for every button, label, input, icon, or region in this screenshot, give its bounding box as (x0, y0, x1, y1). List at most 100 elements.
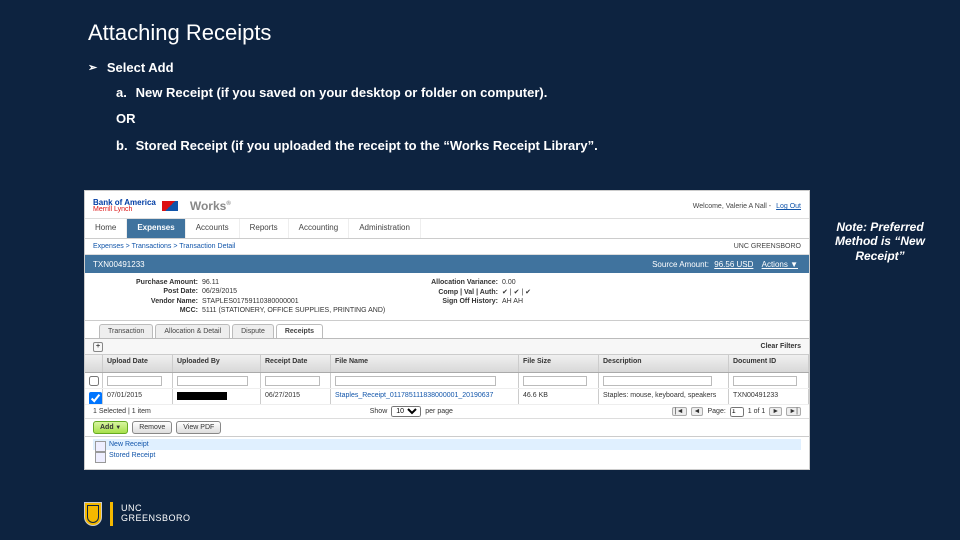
column-file-name[interactable]: File Name (331, 355, 519, 372)
nav-administration[interactable]: Administration (349, 219, 421, 238)
filter-upload-date[interactable] (107, 376, 162, 386)
column-document-id[interactable]: Document ID (729, 355, 809, 372)
column-uploaded-by[interactable]: Uploaded By (173, 355, 261, 372)
column-checkbox (85, 355, 103, 372)
nav-expenses[interactable]: Expenses (127, 219, 185, 238)
transaction-details: Purchase Amount: 96.11 Allocation Varianc… (85, 273, 809, 321)
menu-item-stored-receipt[interactable]: Stored Receipt (93, 450, 801, 461)
signoff-value: AH AH (502, 298, 523, 305)
vendor-name-value: STAPLES01759110380000001 (202, 298, 299, 305)
post-date-value: 06/29/2015 (202, 288, 237, 295)
pager-prev[interactable]: ◄ (691, 407, 704, 416)
column-receipt-date[interactable]: Receipt Date (261, 355, 331, 372)
slide-title: Attaching Receipts (88, 20, 880, 46)
comp-val-auth-label: Comp | Val | Auth: (413, 289, 498, 296)
page-input[interactable] (730, 407, 744, 417)
nav-accounts[interactable]: Accounts (186, 219, 240, 238)
source-amount-area: Source Amount: 96.56 USD Actions ▼ (652, 260, 801, 269)
row-checkbox[interactable] (89, 392, 102, 404)
add-button[interactable]: Add (93, 421, 128, 434)
flag-icon (162, 201, 178, 211)
alloc-variance-label: Allocation Variance: (413, 279, 498, 286)
item-b-label: b. (116, 138, 132, 154)
brand-area: Bank of America Merrill Lynch Works® (93, 199, 231, 213)
product-name: Works (190, 199, 226, 213)
works-app-screenshot: Bank of America Merrill Lynch Works® Wel… (84, 190, 810, 470)
row-uploaded-by (173, 389, 261, 404)
nav-home[interactable]: Home (85, 219, 127, 238)
add-dropdown-menu: New Receipt Stored Receipt (85, 437, 809, 463)
welcome-username: Valerie A Nall (726, 203, 767, 210)
filter-document-id[interactable] (733, 376, 797, 386)
source-amount-link[interactable]: 96.56 USD (714, 260, 753, 269)
filter-file-name[interactable] (335, 376, 496, 386)
pager-last[interactable]: ►| (786, 407, 801, 416)
actions-menu[interactable]: Actions ▼ (762, 260, 798, 269)
triangle-bullet-icon: ➢ (88, 61, 97, 74)
row-document-id: TXN00491233 (729, 389, 809, 404)
column-description[interactable]: Description (599, 355, 729, 372)
trademark-icon: ® (226, 201, 230, 207)
sub-item-a: a. New Receipt (if you saved on your des… (116, 85, 880, 101)
purchase-amount-value: 96.11 (202, 279, 219, 286)
logo-text-greensboro: GREENSBORO (121, 513, 191, 523)
subtab-allocation[interactable]: Allocation & Detail (155, 324, 230, 338)
mcc-label: MCC: (113, 307, 198, 314)
selected-count: 1 Selected | 1 item (93, 408, 151, 415)
vendor-name-label: Vendor Name: (113, 298, 198, 305)
subtab-bar: Transaction Allocation & Detail Dispute … (85, 321, 809, 339)
comp-val-auth-value: ✔ | ✔ | ✔ (502, 289, 531, 296)
table-filter-row (85, 373, 809, 389)
remove-button[interactable]: Remove (132, 421, 172, 434)
logo-divider (110, 502, 113, 526)
nav-reports[interactable]: Reports (240, 219, 289, 238)
logo-text-unc: UNC (121, 503, 142, 513)
transaction-id: TXN00491233 (93, 260, 145, 269)
item-a-label: a. (116, 85, 132, 101)
breadcrumb[interactable]: Expenses > Transactions > Transaction De… (93, 243, 235, 250)
filter-receipt-date[interactable] (265, 376, 320, 386)
menu-item-new-receipt[interactable]: New Receipt (93, 439, 801, 450)
column-file-size[interactable]: File Size (519, 355, 599, 372)
column-upload-date[interactable]: Upload Date (103, 355, 173, 372)
row-description: Staples: mouse, keyboard, speakers (599, 389, 729, 404)
shield-icon (84, 502, 102, 526)
view-pdf-button[interactable]: View PDF (176, 421, 221, 434)
preferred-method-note: Note: Preferred Method is “New Receipt” (820, 220, 940, 263)
page-size-select[interactable]: 10 (391, 406, 421, 417)
filter-uploaded-by[interactable] (177, 376, 248, 386)
top-nav: Home Expenses Accounts Reports Accountin… (85, 219, 809, 239)
filter-file-size[interactable] (523, 376, 587, 386)
page-label: Page: (707, 408, 725, 415)
filter-description[interactable] (603, 376, 712, 386)
logout-link[interactable]: Log Out (776, 203, 801, 210)
filter-checkbox[interactable] (89, 376, 99, 386)
sub-item-b: b. Stored Receipt (if you uploaded the r… (116, 138, 880, 154)
alloc-variance-value: 0.00 (502, 279, 516, 286)
clear-filters-link[interactable]: Clear Filters (761, 343, 801, 350)
row-file-size: 46.6 KB (519, 389, 599, 404)
item-b-text: Stored Receipt (if you uploaded the rece… (136, 138, 598, 153)
user-line: Welcome, Valerie A Nall - Log Out (693, 203, 801, 210)
pager-first[interactable]: |◄ (672, 407, 687, 416)
show-label: Show (370, 408, 388, 415)
bullet-select-add: ➢ Select Add (88, 60, 880, 75)
table-row[interactable]: 07/01/2015 06/27/2015 Staples_Receipt_01… (85, 389, 809, 405)
row-file-name[interactable]: Staples_Receipt_011785111838000001_20190… (331, 389, 519, 404)
bullet-text: Select Add (107, 60, 174, 75)
purchase-amount-label: Purchase Amount: (113, 279, 198, 286)
per-page-label: per page (425, 408, 453, 415)
row-receipt-date: 06/27/2015 (261, 389, 331, 404)
page-of: 1 of 1 (748, 408, 766, 415)
brand-merrill: Merrill Lynch (93, 207, 156, 214)
sub-item-or: OR (116, 111, 880, 127)
nav-accounting[interactable]: Accounting (289, 219, 350, 238)
pager-next[interactable]: ► (769, 407, 782, 416)
item-a-text: New Receipt (if you saved on your deskto… (136, 85, 548, 100)
subtab-receipts[interactable]: Receipts (276, 324, 323, 338)
expand-filter-button[interactable]: + (93, 342, 103, 352)
post-date-label: Post Date: (113, 288, 198, 295)
subtab-dispute[interactable]: Dispute (232, 324, 274, 338)
row-upload-date: 07/01/2015 (103, 389, 173, 404)
subtab-transaction[interactable]: Transaction (99, 324, 153, 338)
